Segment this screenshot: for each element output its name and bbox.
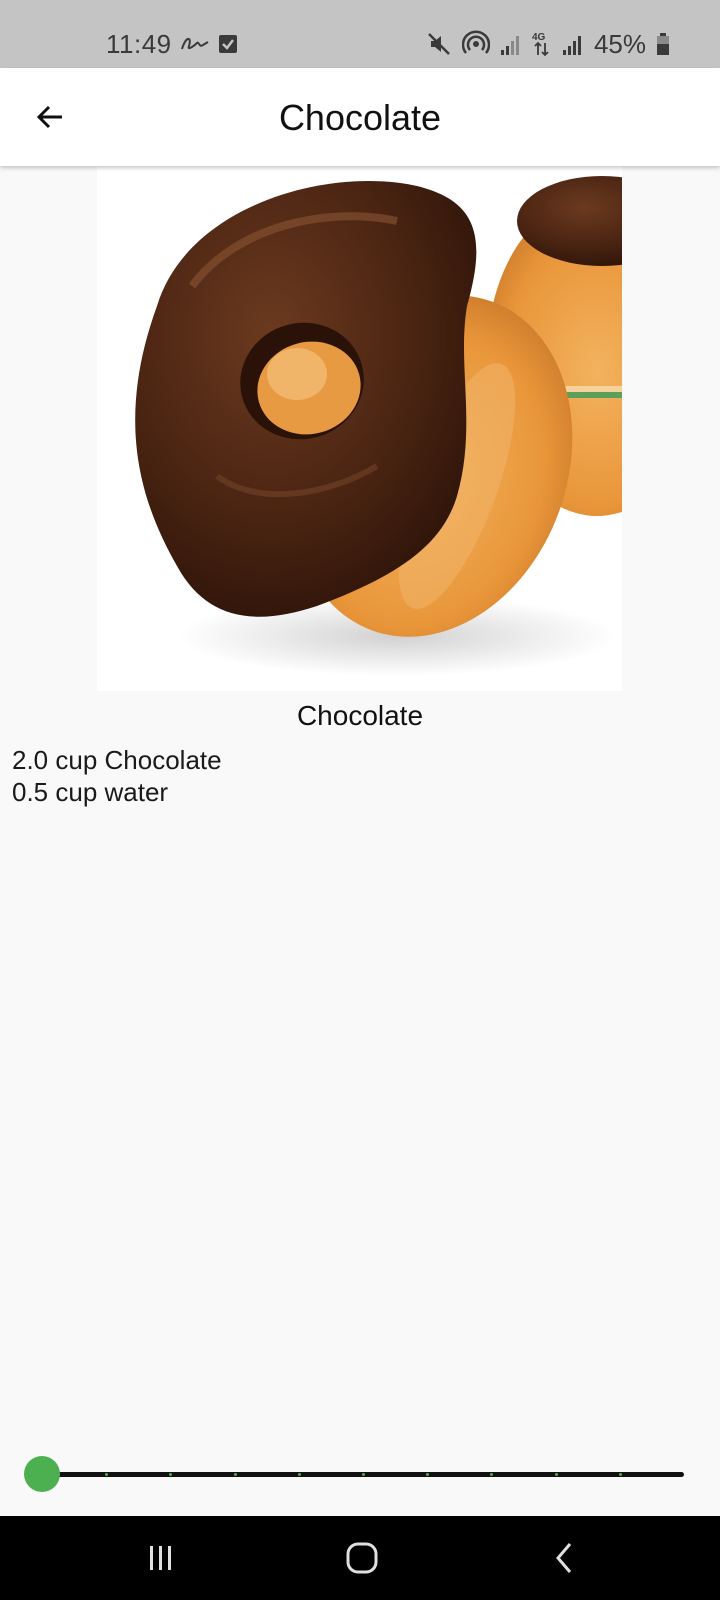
status-bar: 11:49 4G 45% <box>0 0 720 68</box>
slider-tick <box>618 1473 622 1476</box>
system-back-button[interactable] <box>535 1534 595 1582</box>
signal-icon-2 <box>562 36 581 55</box>
signature-icon <box>181 37 209 50</box>
slider-tick <box>233 1473 237 1476</box>
ingredient-item: 2.0 cup Chocolate <box>12 745 222 775</box>
home-button[interactable] <box>332 1534 392 1582</box>
page-title: Chocolate <box>278 97 442 138</box>
battery-percent: 45% <box>593 29 646 59</box>
4g-icon: 4G <box>532 32 549 57</box>
slider-tick <box>554 1473 558 1476</box>
system-nav-bar <box>0 1516 720 1600</box>
signal-icon <box>500 36 519 55</box>
recent-apps-icon <box>150 1546 171 1570</box>
slider-thumb[interactable] <box>24 1456 60 1492</box>
status-right-icons: 4G 45% <box>426 26 670 62</box>
home-icon <box>346 1542 378 1574</box>
slider-tick <box>297 1473 301 1476</box>
chocolate-donut-image <box>97 166 622 691</box>
ingredient-item: 0.5 cup water <box>12 777 169 807</box>
mute-icon <box>428 33 450 55</box>
recipe-caption: Chocolate <box>296 700 424 731</box>
battery-icon <box>657 33 669 55</box>
hotspot-icon <box>461 30 490 54</box>
status-time: 11:49 <box>106 29 172 59</box>
check-box-icon <box>219 35 237 53</box>
status-left-icons <box>180 30 238 58</box>
recent-apps-button[interactable] <box>131 1534 191 1582</box>
back-chevron-icon <box>556 1543 572 1573</box>
svg-text:4G: 4G <box>532 32 546 43</box>
app-bar: Chocolate <box>0 68 720 166</box>
slider-tick <box>362 1473 365 1476</box>
ingredient-list: 2.0 cup Chocolate 0.5 cup water <box>12 744 222 808</box>
quantity-slider[interactable] <box>24 1456 684 1492</box>
